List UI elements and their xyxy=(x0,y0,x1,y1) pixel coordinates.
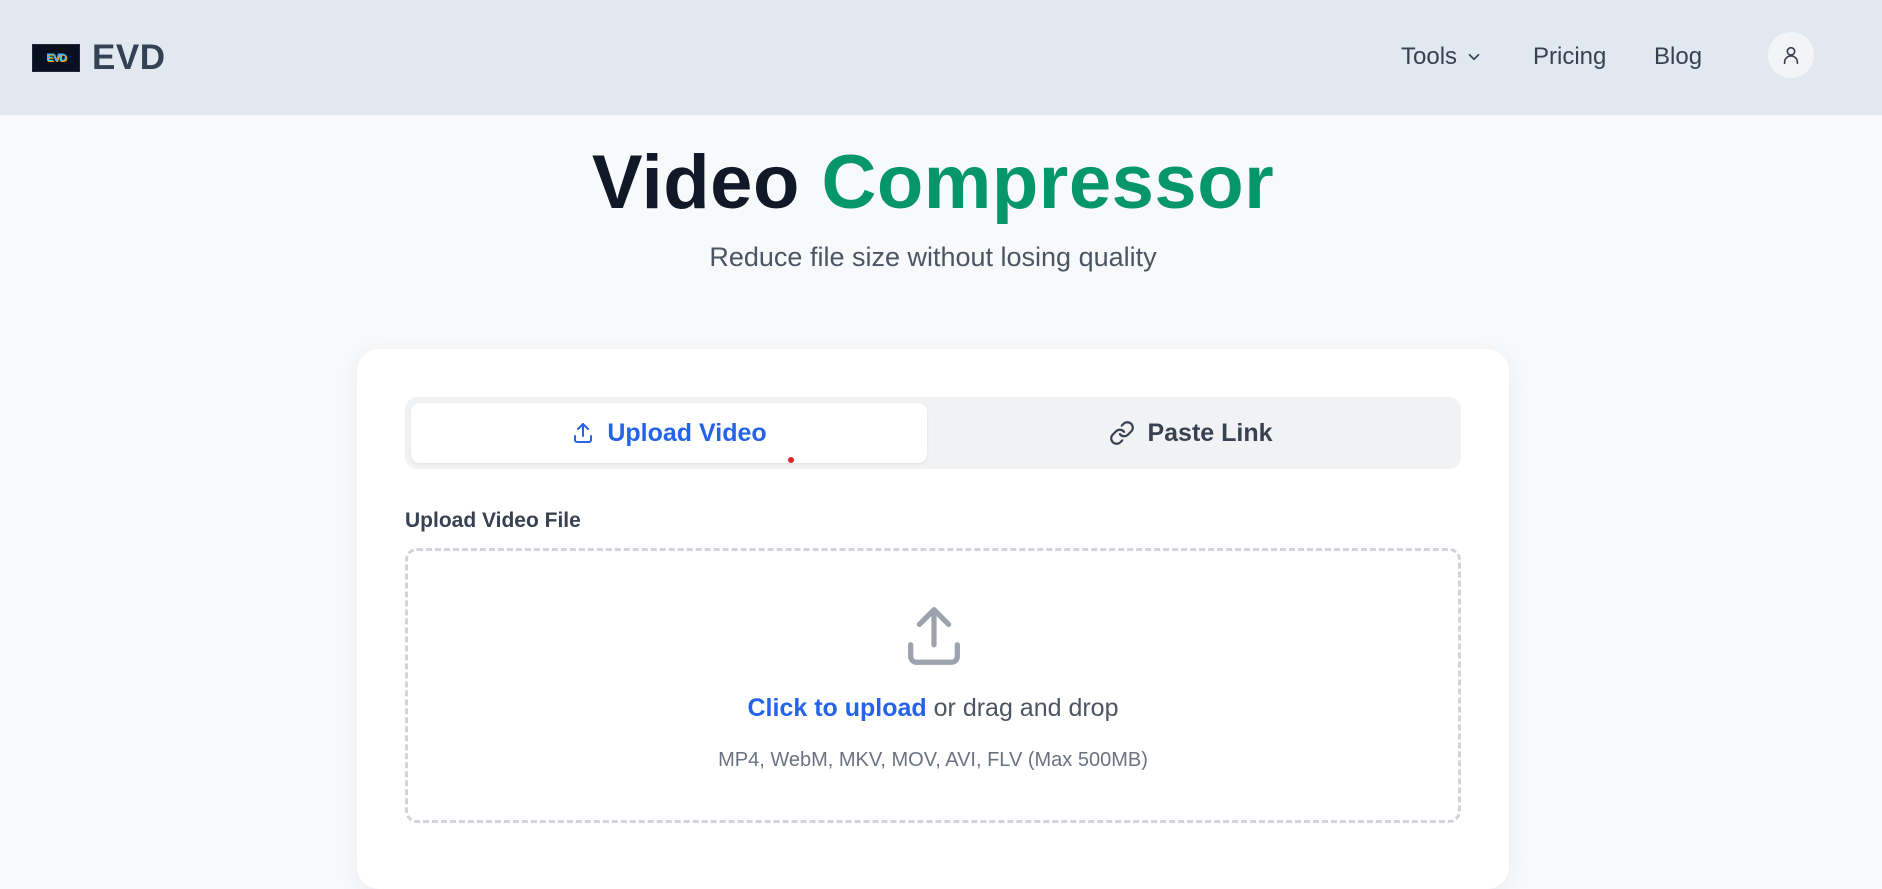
upload-field-label: Upload Video File xyxy=(405,509,581,532)
user-icon xyxy=(1783,46,1799,65)
upload-instructions: Click to upload or drag and drop xyxy=(408,694,1458,723)
page-title-part2: Compressor xyxy=(821,140,1275,225)
drag-drop-text: or drag and drop xyxy=(933,694,1119,722)
tab-upload-video[interactable]: Upload Video xyxy=(411,403,927,463)
nav-pricing-link[interactable]: Pricing xyxy=(1533,40,1606,74)
logo-link[interactable]: EVD EVD xyxy=(32,38,165,78)
user-account-button[interactable] xyxy=(1768,32,1814,78)
upload-icon xyxy=(908,607,960,665)
logo-image-text: EVD xyxy=(46,52,67,64)
upload-dropzone[interactable]: Click to upload or drag and drop MP4, We… xyxy=(405,548,1461,823)
nav-tools-label: Tools xyxy=(1401,43,1458,70)
page-title-part1: Video xyxy=(591,140,800,225)
logo-image: EVD xyxy=(32,44,80,72)
source-tabs: Upload Video Paste Link xyxy=(405,397,1461,469)
tab-paste-link[interactable]: Paste Link xyxy=(927,403,1455,463)
nav-blog-link[interactable]: Blog xyxy=(1654,40,1702,74)
page-title: Video Compressor xyxy=(0,138,1866,228)
nav-tools-dropdown[interactable]: Tools xyxy=(1401,40,1483,74)
tab-link-label: Paste Link xyxy=(1147,418,1273,447)
cursor-marker xyxy=(788,457,794,463)
upload-icon xyxy=(574,423,593,443)
chevron-down-icon xyxy=(1468,53,1480,61)
click-to-upload-link[interactable]: Click to upload xyxy=(748,694,927,722)
logo-text: EVD xyxy=(92,38,166,77)
page-subtitle: Reduce file size without losing quality xyxy=(709,242,1157,272)
compressor-card: Upload Video Paste Link Upload Video Fil… xyxy=(357,349,1509,889)
link-icon xyxy=(1110,421,1135,445)
supported-formats-hint: MP4, WebM, MKV, MOV, AVI, FLV (Max 500MB… xyxy=(718,749,1148,771)
tab-upload-label: Upload Video xyxy=(607,418,767,447)
top-navbar: EVD EVD Tools Pricing Blog xyxy=(0,0,1882,115)
